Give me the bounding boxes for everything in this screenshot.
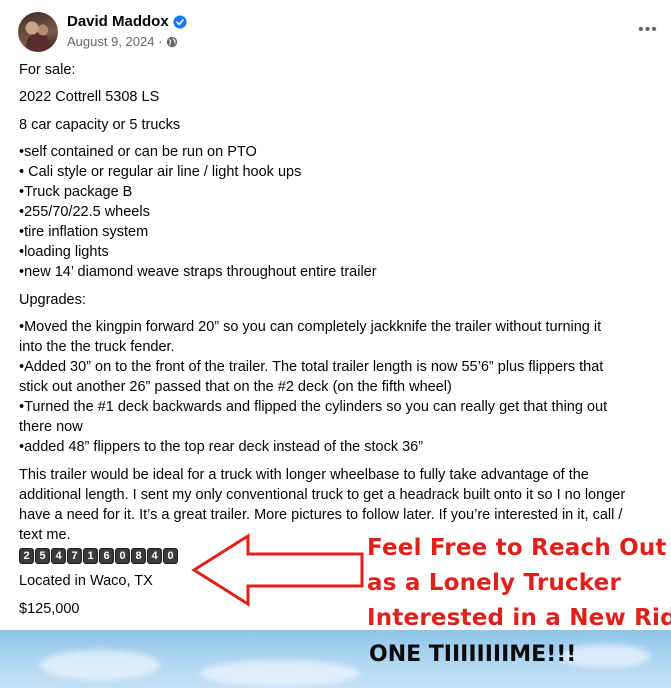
body-line: 2022 Cottrell 5308 LS xyxy=(19,89,160,105)
body-line: • Cali style or regular air line / light… xyxy=(19,164,302,180)
post-meta: August 9, 2024 · xyxy=(67,34,178,49)
body-line: •Moved the kingpin forward 20” so you ca… xyxy=(19,319,602,335)
annotation-line: as a Lonely Trucker xyxy=(367,570,621,596)
cloud-shape xyxy=(40,650,160,680)
body-line: •Truck package B xyxy=(19,184,133,200)
body-line: •255/70/22.5 wheels xyxy=(19,204,150,220)
body-line: •added 48” flippers to the top rear deck… xyxy=(19,439,424,455)
body-line: into the the truck fender. xyxy=(19,339,175,355)
phone-digit: 0 xyxy=(115,548,130,564)
phone-digit: 1 xyxy=(83,548,98,564)
annotation-line: Feel Free to Reach Out xyxy=(367,535,667,561)
annotation-shout: ONE TIIIIIIIIME!!! xyxy=(369,642,577,667)
body-line: Located in Waco, TX xyxy=(19,573,153,589)
post-date[interactable]: August 9, 2024 · xyxy=(67,34,162,49)
facebook-post: David Maddox August 9, 2024 · ••• For sa… xyxy=(0,0,671,688)
body-line: For sale: xyxy=(19,62,76,78)
phone-digit: 0 xyxy=(163,548,178,564)
body-line: $125,000 xyxy=(19,601,80,617)
post-author[interactable]: David Maddox xyxy=(67,13,187,30)
body-line: text me. xyxy=(19,527,71,543)
body-line: •self contained or can be run on PTO xyxy=(19,144,257,160)
phone-digit: 2 xyxy=(19,548,34,564)
phone-digit: 6 xyxy=(99,548,114,564)
annotation-line: Interested in a New Ride xyxy=(367,605,671,631)
phone-digit: 7 xyxy=(67,548,82,564)
body-line: there now xyxy=(19,419,83,435)
author-name[interactable]: David Maddox xyxy=(67,13,169,30)
body-line: stick out another 26” passed that on the… xyxy=(19,379,452,395)
body-line: •Turned the #1 deck backwards and flippe… xyxy=(19,399,608,415)
body-line: •tire inflation system xyxy=(19,224,149,240)
phone-digit: 5 xyxy=(35,548,50,564)
body-line: have a need for it. It’s a great trailer… xyxy=(19,507,623,523)
body-line: This trailer would be ideal for a truck … xyxy=(19,467,589,483)
body-line: Upgrades: xyxy=(19,292,86,308)
body-line: 8 car capacity or 5 trucks xyxy=(19,117,181,133)
phone-number[interactable]: 2 5 4 7 1 6 0 8 4 0 xyxy=(19,548,178,564)
left-arrow-icon xyxy=(191,533,364,607)
body-line: •Added 30” on to the front of the traile… xyxy=(19,359,604,375)
phone-digit: 4 xyxy=(147,548,162,564)
phone-digit: 8 xyxy=(131,548,146,564)
verified-badge-icon xyxy=(173,14,187,29)
author-avatar[interactable] xyxy=(18,12,58,52)
more-options-button[interactable]: ••• xyxy=(636,20,660,40)
cloud-shape xyxy=(200,660,360,686)
globe-icon xyxy=(167,36,178,47)
phone-digit: 4 xyxy=(51,548,66,564)
body-line: •loading lights xyxy=(19,244,109,260)
body-line: additional length. I sent my only conven… xyxy=(19,487,626,503)
body-line: •new 14’ diamond weave straps throughout… xyxy=(19,264,377,280)
